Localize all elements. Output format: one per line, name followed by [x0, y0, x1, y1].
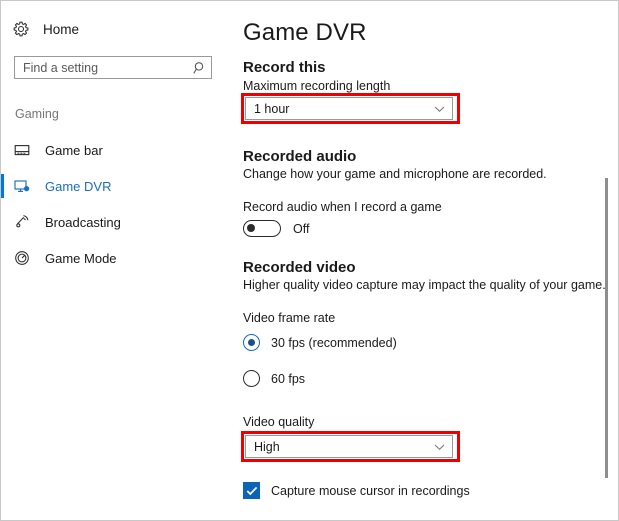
- main-content: Game DVR Record this Maximum recording l…: [228, 1, 618, 520]
- radio-indicator[interactable]: [243, 334, 260, 351]
- section-heading-record-this: Record this: [243, 59, 326, 76]
- record-audio-toggle[interactable]: [243, 220, 281, 237]
- broadcast-icon: [13, 213, 31, 231]
- sidebar-item-game-dvr[interactable]: Game DVR: [1, 168, 228, 204]
- selection-accent-bar: [1, 246, 4, 270]
- sidebar-group-label: Gaming: [15, 107, 59, 121]
- scrollbar-track[interactable]: [605, 3, 615, 518]
- capture-cursor-checkbox[interactable]: [243, 482, 260, 499]
- label-maximum-recording-length: Maximum recording length: [243, 79, 390, 93]
- sidebar-home-label: Home: [43, 22, 79, 37]
- search-box[interactable]: [14, 56, 212, 79]
- checkbox-label: Capture mouse cursor in recordings: [271, 484, 470, 498]
- sidebar-item-home[interactable]: Home: [11, 18, 79, 40]
- max-recording-length-dropdown[interactable]: 1 hour: [245, 97, 453, 120]
- radio-30fps[interactable]: 30 fps (recommended): [243, 334, 397, 351]
- sidebar-item-label: Game DVR: [45, 179, 111, 194]
- toggle-state-label: Off: [293, 222, 309, 236]
- label-video-frame-rate: Video frame rate: [243, 311, 335, 325]
- game-dvr-icon: [13, 177, 31, 195]
- chevron-down-icon: [426, 105, 452, 113]
- sidebar-item-broadcasting[interactable]: Broadcasting: [1, 204, 228, 240]
- sidebar: Home Gaming: [1, 1, 228, 520]
- gear-icon: [11, 19, 31, 39]
- toggle-knob: [247, 224, 255, 232]
- record-audio-toggle-row[interactable]: Off: [243, 220, 309, 237]
- chevron-down-icon: [426, 443, 452, 451]
- sidebar-item-label: Broadcasting: [45, 215, 121, 230]
- page-title: Game DVR: [243, 19, 367, 47]
- radio-label: 30 fps (recommended): [271, 336, 397, 350]
- search-input[interactable]: [15, 57, 189, 78]
- radio-60fps[interactable]: 60 fps: [243, 370, 305, 387]
- section-description-recorded-audio: Change how your game and microphone are …: [243, 167, 547, 181]
- settings-window: Home Gaming: [0, 0, 619, 521]
- game-bar-icon: [13, 141, 31, 159]
- sidebar-item-game-mode[interactable]: Game Mode: [1, 240, 228, 276]
- selection-accent-bar: [1, 138, 4, 162]
- dropdown-value: High: [246, 440, 426, 454]
- sidebar-item-label: Game bar: [45, 143, 103, 158]
- sidebar-item-game-bar[interactable]: Game bar: [1, 132, 228, 168]
- section-heading-recorded-video: Recorded video: [243, 259, 356, 276]
- radio-indicator[interactable]: [243, 370, 260, 387]
- radio-label: 60 fps: [271, 372, 305, 386]
- sidebar-item-label: Game Mode: [45, 251, 117, 266]
- label-record-audio-toggle: Record audio when I record a game: [243, 200, 442, 214]
- game-mode-icon: [13, 249, 31, 267]
- section-heading-recorded-audio: Recorded audio: [243, 148, 356, 165]
- sidebar-nav-list: Game bar Game DVR: [1, 132, 228, 276]
- label-video-quality: Video quality: [243, 415, 314, 429]
- section-description-recorded-video: Higher quality video capture may impact …: [243, 278, 606, 292]
- selection-accent-bar: [1, 210, 4, 234]
- dropdown-value: 1 hour: [246, 102, 426, 116]
- scrollbar-thumb[interactable]: [605, 178, 608, 478]
- video-quality-dropdown[interactable]: High: [245, 435, 453, 458]
- selection-accent-bar: [1, 174, 4, 198]
- capture-cursor-checkbox-row[interactable]: Capture mouse cursor in recordings: [243, 482, 470, 499]
- search-icon[interactable]: [189, 61, 211, 75]
